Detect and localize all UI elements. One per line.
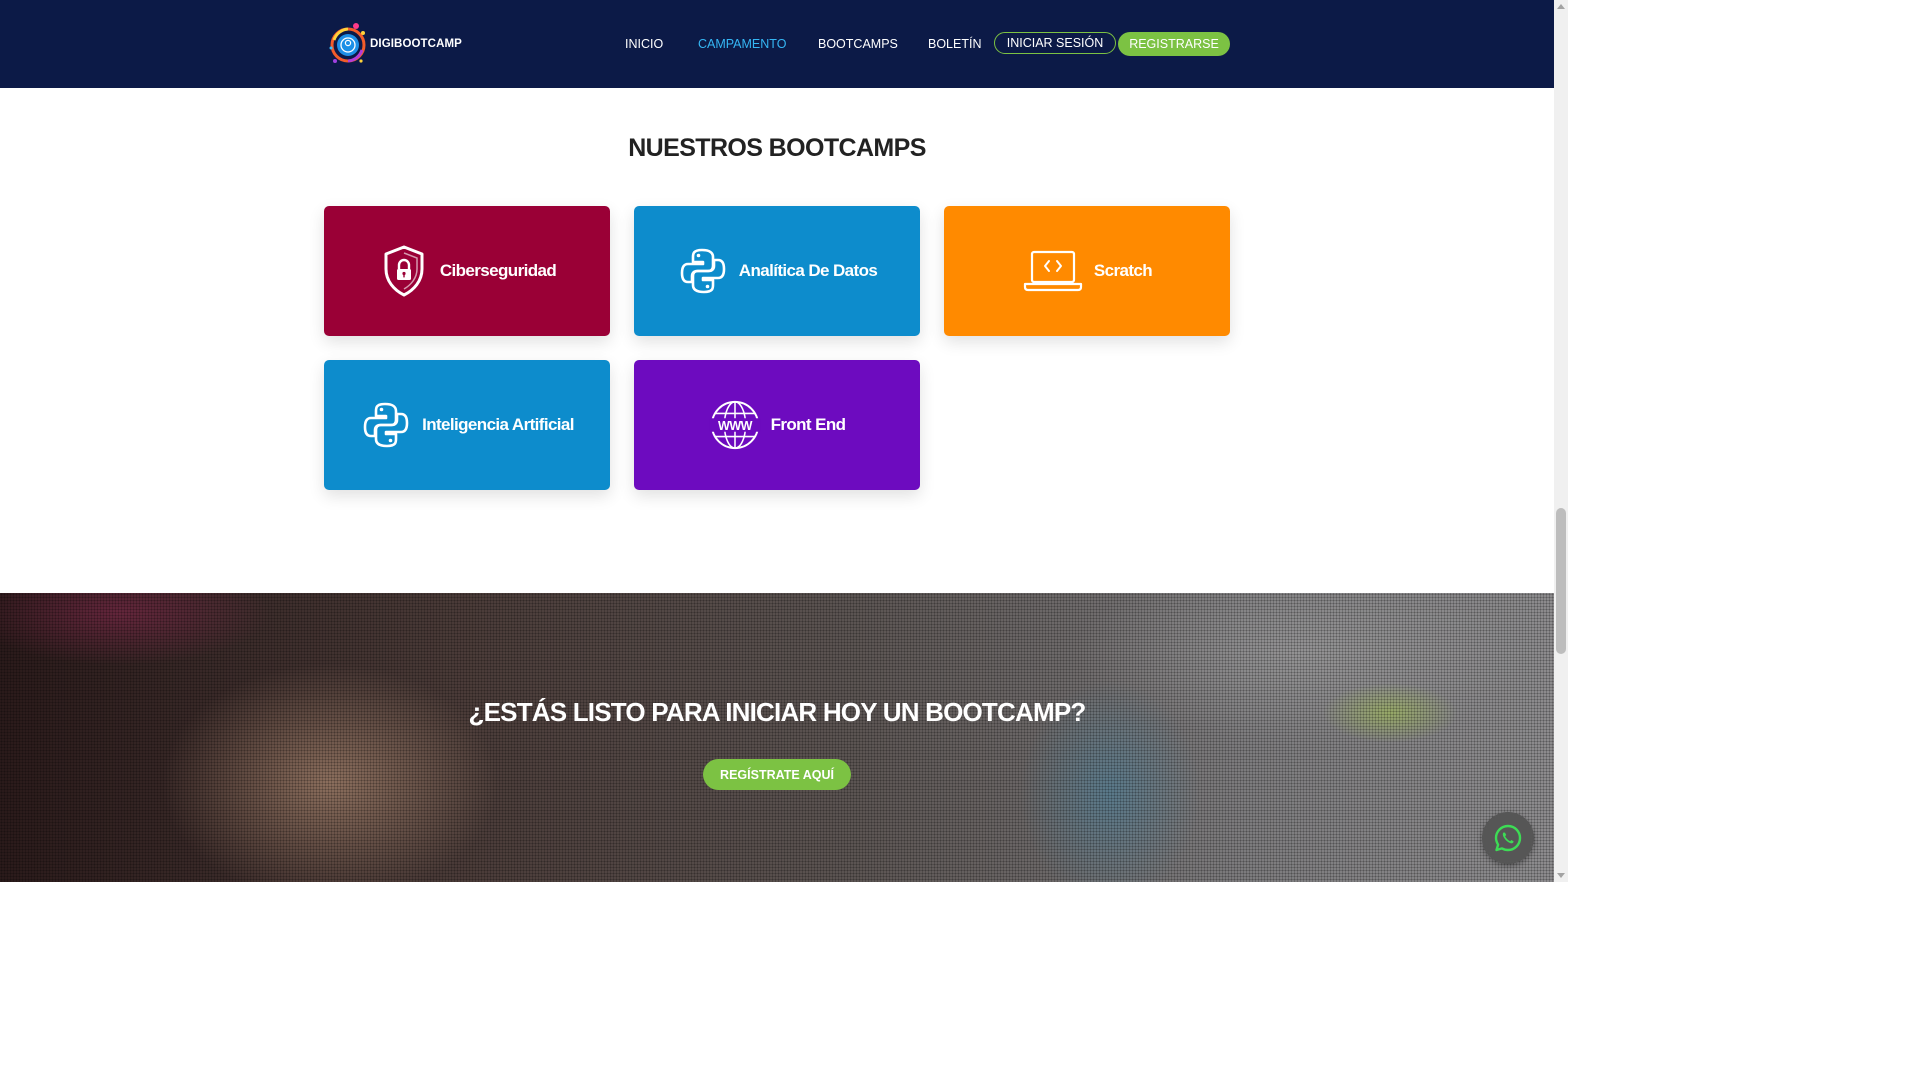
nav-item-bootcamps[interactable]: BOOTCAMPS bbox=[818, 37, 898, 51]
section-title: NUESTROS BOOTCAMPS bbox=[628, 134, 926, 162]
python-icon bbox=[360, 399, 412, 451]
www-globe-icon: WWW bbox=[709, 399, 761, 451]
logo[interactable]: DIGIBOOTCAMP bbox=[326, 20, 462, 68]
page-scrollbar[interactable] bbox=[1554, 0, 1568, 882]
main-nav: INICIO bbox=[625, 0, 663, 88]
nav-item-campamento[interactable]: CAMPAMENTO bbox=[698, 37, 786, 51]
whatsapp-button[interactable] bbox=[1482, 812, 1534, 864]
brand-name: DIGIBOOTCAMP bbox=[370, 38, 462, 50]
svg-text:WWW: WWW bbox=[718, 419, 753, 433]
bootcamp-label: Ciberseguridad bbox=[439, 261, 557, 280]
nav-item-boletin[interactable]: BOLETÍN bbox=[928, 37, 982, 51]
main-nav-bootcamps-wrap: BOOTCAMPS bbox=[818, 0, 898, 88]
bootcamp-card-ciberseguridad[interactable]: Ciberseguridad bbox=[324, 206, 610, 336]
site-header: DIGIBOOTCAMP INICIO CAMPAMENTO BOOTCAMPS… bbox=[0, 0, 1554, 88]
whatsapp-icon bbox=[1494, 824, 1522, 852]
scrollbar-thumb[interactable] bbox=[1556, 508, 1566, 654]
main-nav-boletin-wrap: BOLETÍN bbox=[928, 0, 982, 88]
logo-mark-icon bbox=[326, 20, 370, 68]
bootcamp-card-scratch[interactable]: Scratch bbox=[944, 206, 1230, 336]
register-here-button[interactable]: REGÍSTRATE AQUÍ bbox=[703, 759, 851, 790]
bootcamp-label: Front End bbox=[770, 415, 846, 434]
bootcamp-label: Analítica De Datos bbox=[738, 261, 878, 280]
cta-title: ¿ESTÁS LISTO PARA INICIAR HOY UN BOOTCAM… bbox=[468, 697, 1087, 727]
nav-item-inicio[interactable]: INICIO bbox=[625, 37, 663, 51]
scroll-down-arrow-icon[interactable] bbox=[1557, 873, 1565, 878]
python-icon bbox=[677, 245, 729, 297]
scroll-up-arrow-icon[interactable] bbox=[1557, 4, 1565, 9]
bootcamp-card-analitica-datos[interactable]: Analítica De Datos bbox=[634, 206, 920, 336]
bootcamp-label: Scratch bbox=[1093, 261, 1153, 280]
shield-lock-icon bbox=[378, 245, 430, 297]
register-button[interactable]: REGISTRARSE bbox=[1118, 32, 1230, 56]
laptop-code-icon bbox=[1022, 245, 1084, 297]
main-nav-campamento-wrap: CAMPAMENTO bbox=[698, 0, 786, 88]
bootcamp-card-inteligencia-artificial[interactable]: Inteligencia Artificial bbox=[324, 360, 610, 490]
login-button[interactable]: INICIAR SESIÓN bbox=[994, 32, 1116, 54]
cta-banner: ¿ESTÁS LISTO PARA INICIAR HOY UN BOOTCAM… bbox=[0, 593, 1554, 882]
bootcamp-label: Inteligencia Artificial bbox=[422, 415, 574, 434]
bootcamp-card-front-end[interactable]: WWW Front End bbox=[634, 360, 920, 490]
